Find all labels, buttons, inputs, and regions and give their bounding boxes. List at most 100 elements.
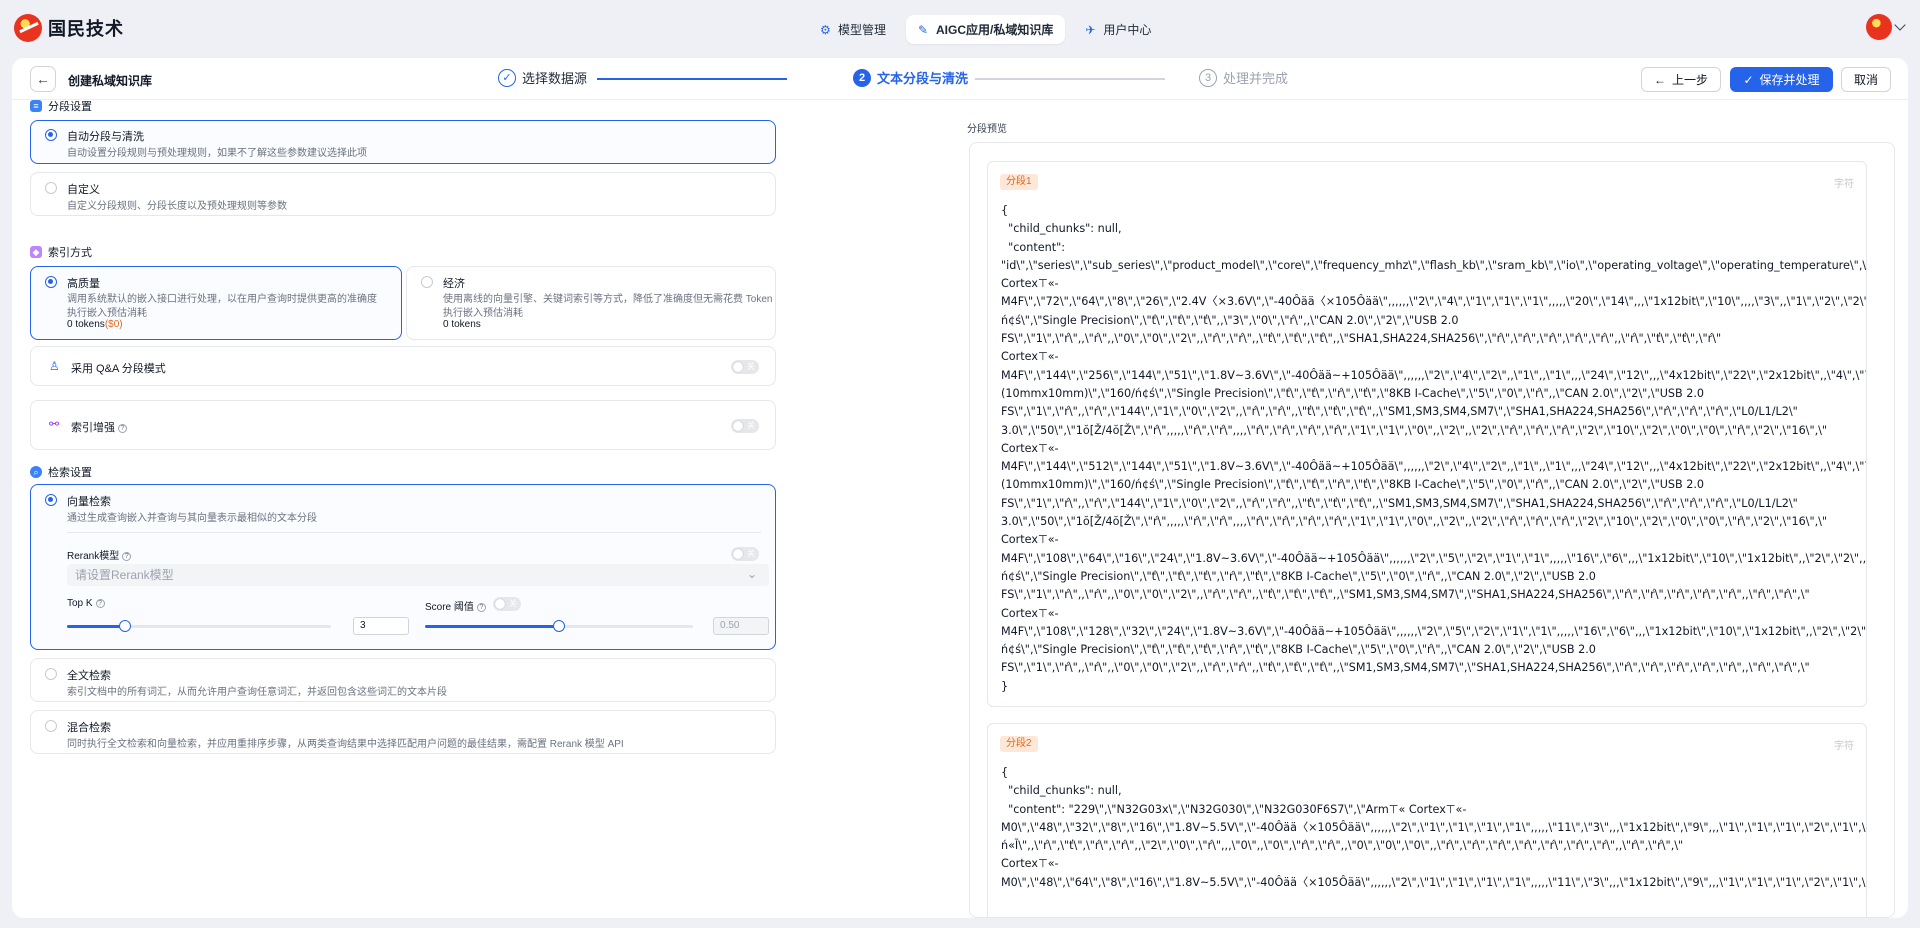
rerank-model-select[interactable]: 请设置Rerank模型 ⌄ — [67, 564, 769, 586]
step-select-source[interactable]: ✓ 选择数据源 — [498, 68, 587, 87]
user-menu[interactable] — [1866, 14, 1906, 40]
topk-text: Top K — [67, 598, 93, 609]
chunk-line: "child_chunks": null, — [1001, 222, 1122, 236]
page-title: 创建私域知识库 — [68, 74, 153, 88]
nav-tab-model[interactable]: ⚙ 模型管理 — [808, 15, 898, 44]
radio-vector-search[interactable] — [45, 494, 57, 506]
topk-input[interactable]: 3 — [353, 617, 409, 635]
chunk-line: FS\",\"1\",\"ŕ\",,\"ŕ\",,\"0\",\"0\",\"2… — [1001, 661, 1810, 675]
save-process-button[interactable]: ✓ 保存并处理 — [1730, 67, 1833, 92]
step-label: 处理并完成 — [1223, 71, 1289, 86]
help-icon[interactable]: ? — [122, 551, 132, 561]
option-economy[interactable]: 经济 使用离线的向量引擎、关键词索引等方式，降低了准确度但无需花费 Token … — [406, 266, 776, 340]
option-auto-segment[interactable]: 自动分段与清洗 自动设置分段规则与预处理规则，如果不了解这些参数建议选择此项 — [30, 120, 776, 164]
radio-economy[interactable] — [421, 276, 433, 288]
option-high-quality[interactable]: 高质量 调用系统默认的嵌入接口进行处理，以在用户查询时提供更高的准确度 执行嵌入… — [30, 266, 402, 340]
chunk-line: M0\",\"48\",\"32\",\"8\",\"16\",\"1.8V~5… — [1001, 820, 1867, 834]
chunk-line: "content": — [1001, 240, 1066, 254]
option-fulltext-search[interactable]: 全文检索 索引文档中的所有词汇，从而允许用户查询任意词汇，并返回包含这些词汇的文… — [30, 658, 776, 702]
preview-chunk: 分段2 字符 { "child_chunks": null, "content"… — [987, 723, 1867, 917]
radio-hybrid-search[interactable] — [45, 720, 57, 732]
nav-tab-knowledge[interactable]: ✎ AIGC应用/私域知识库 — [906, 15, 1066, 44]
chunk-line: "content": "229\",\"N32G03x\",\"N32G030\… — [1001, 802, 1467, 816]
option-title: 经济 — [443, 278, 465, 290]
qa-mode-toggle[interactable]: 关 — [731, 360, 759, 374]
chunk-line: "id\",\"series\",\"sub_series\",\"produc… — [1001, 258, 1867, 272]
radio-auto-segment[interactable] — [45, 129, 57, 141]
brand[interactable]: 国民技术 — [14, 14, 124, 42]
nav-tabs: ⚙ 模型管理 ✎ AIGC应用/私域知识库 ✈ 用户中心 — [808, 15, 1163, 44]
qa-person-icon: ♙ — [49, 359, 60, 373]
page-header: ← 创建私域知识库 ✓ 选择数据源 2 文本分段与清洗 3 处理并完成 ← 上一… — [12, 58, 1908, 100]
radio-high-quality[interactable] — [45, 276, 57, 288]
chevron-down-icon — [1894, 19, 1906, 31]
option-vector-search[interactable]: 向量检索 通过生成查询嵌入并查询与其向量表示最相似的文本分段 Rerank模型?… — [30, 484, 776, 650]
help-icon[interactable]: ? — [118, 423, 127, 433]
chunk-line: (10mmx10mm)\",\"160/ń¢ś\",\"Single Preci… — [1001, 386, 1705, 400]
score-slider[interactable] — [425, 620, 693, 632]
chunk-char-count: 字符 — [1834, 741, 1854, 752]
chunk-line: FS\",\"1\",\"ŕ\",,\"ŕ\",\"144\",\"1\",\"… — [1001, 496, 1798, 510]
select-placeholder: 请设置Rerank模型 — [75, 568, 174, 582]
rerank-toggle[interactable]: 关 — [731, 547, 759, 561]
score-input[interactable]: 0.50 — [713, 617, 769, 635]
chunk-line: Cortex⊤«- — [1001, 533, 1059, 547]
step-process-done[interactable]: 3 处理并完成 — [1199, 68, 1288, 87]
option-desc: 同时执行全文检索和向量检索，并应用重排序步骤，从两类查询结果中选择匹配用户问题的… — [67, 739, 624, 750]
help-icon[interactable]: ? — [95, 598, 105, 608]
step-text-segment[interactable]: 2 文本分段与清洗 — [853, 68, 968, 87]
chevron-down-icon: ⌄ — [746, 567, 757, 581]
option-hybrid-search[interactable]: 混合检索 同时执行全文检索和向量检索，并应用重排序步骤，从两类查询结果中选择匹配… — [30, 710, 776, 754]
chunk-line: "child_chunks": null, — [1001, 784, 1122, 798]
token-count: 0 tokens — [67, 319, 105, 330]
nav-tab-label: 用户中心 — [1103, 23, 1152, 37]
chunk-line: Cortex⊤«- — [1001, 350, 1059, 364]
chunk-line: (10mmx10mm)\",\"160/ń¢ś\",\"Single Preci… — [1001, 478, 1705, 492]
radio-fulltext-search[interactable] — [45, 668, 57, 680]
step-connector — [975, 78, 1165, 80]
qa-mode-row: ♙ 采用 Q&A 分段模式 关 — [30, 346, 776, 386]
help-icon[interactable]: ? — [476, 602, 486, 612]
chunk-content: { "child_chunks": null, "content": "229\… — [1001, 764, 1867, 892]
avatar[interactable] — [1866, 14, 1892, 40]
chunk-line: ń¢ś\",\"Single Precision\",\"ť\",\"ť\",\… — [1001, 313, 1459, 327]
cancel-button[interactable]: 取消 — [1841, 67, 1891, 92]
toggle-state: 关 — [747, 362, 755, 371]
section-label: 索引方式 — [48, 247, 92, 259]
topk-label: Top K? — [67, 598, 105, 609]
token-count: 0 tokens — [443, 319, 481, 330]
index-enhance-toggle[interactable]: 关 — [731, 419, 759, 433]
chunk-line: FS\",\"1\",\"ŕ\",,\"ŕ\",\"144\",\"1\",\"… — [1001, 405, 1798, 419]
segment-section-title: ≡ 分段设置 — [30, 98, 92, 114]
toggle-state: 关 — [747, 549, 755, 558]
step-number: 2 — [853, 68, 871, 87]
chunk-line: Cortex⊤«- — [1001, 857, 1059, 871]
chunk-badge: 分段1 — [1000, 174, 1038, 190]
section-label: 分段设置 — [48, 101, 92, 113]
rerank-text: Rerank模型 — [67, 551, 120, 562]
option-title: 混合检索 — [67, 722, 111, 734]
stepper: ✓ 选择数据源 2 文本分段与清洗 3 处理并完成 — [498, 68, 1298, 90]
chunk-line: M4F\",\"108\",\"128\",\"32\",\"24\",\"1.… — [1001, 624, 1867, 638]
score-threshold-label: Score 阈值? — [425, 598, 486, 613]
nav-tab-user-center[interactable]: ✈ 用户中心 — [1073, 15, 1163, 44]
nav-tab-label: AIGC应用/私域知识库 — [936, 23, 1054, 37]
chunk-line: { — [1001, 204, 1009, 217]
score-slider-thumb[interactable] — [553, 620, 565, 632]
arrow-left-icon: ← — [1653, 72, 1666, 87]
chunk-line: 3.0\",\"50\",\"1ŏ[Ž/4ŏ[Ž\",\"ŕ\",,,,,\"ŕ… — [1001, 515, 1828, 529]
topk-slider[interactable] — [67, 620, 331, 632]
option-custom-segment[interactable]: 自定义 自定义分段规则、分段长度以及预处理规则等参数 — [30, 172, 776, 216]
option-desc: 索引文档中的所有词汇，从而允许用户查询任意词汇，并返回包含这些词汇的文本片段 — [67, 687, 447, 698]
topk-slider-thumb[interactable] — [119, 620, 131, 632]
radio-custom-segment[interactable] — [45, 182, 57, 194]
back-button[interactable]: ← — [30, 66, 56, 92]
option-desc: 通过生成查询嵌入并查询与其向量表示最相似的文本分段 — [67, 513, 317, 524]
preview-panel[interactable]: 分段1 字符 { "child_chunks": null, "content"… — [969, 142, 1895, 918]
model-icon: ⚙ — [820, 22, 831, 37]
prev-step-button[interactable]: ← 上一步 — [1641, 67, 1721, 92]
index-enhance-label: 索引增强? — [71, 419, 127, 435]
option-title: 向量检索 — [67, 496, 111, 508]
score-threshold-toggle[interactable]: 关 — [493, 597, 521, 611]
index-enhance-row: ⚯ 索引增强? 关 — [30, 400, 776, 450]
